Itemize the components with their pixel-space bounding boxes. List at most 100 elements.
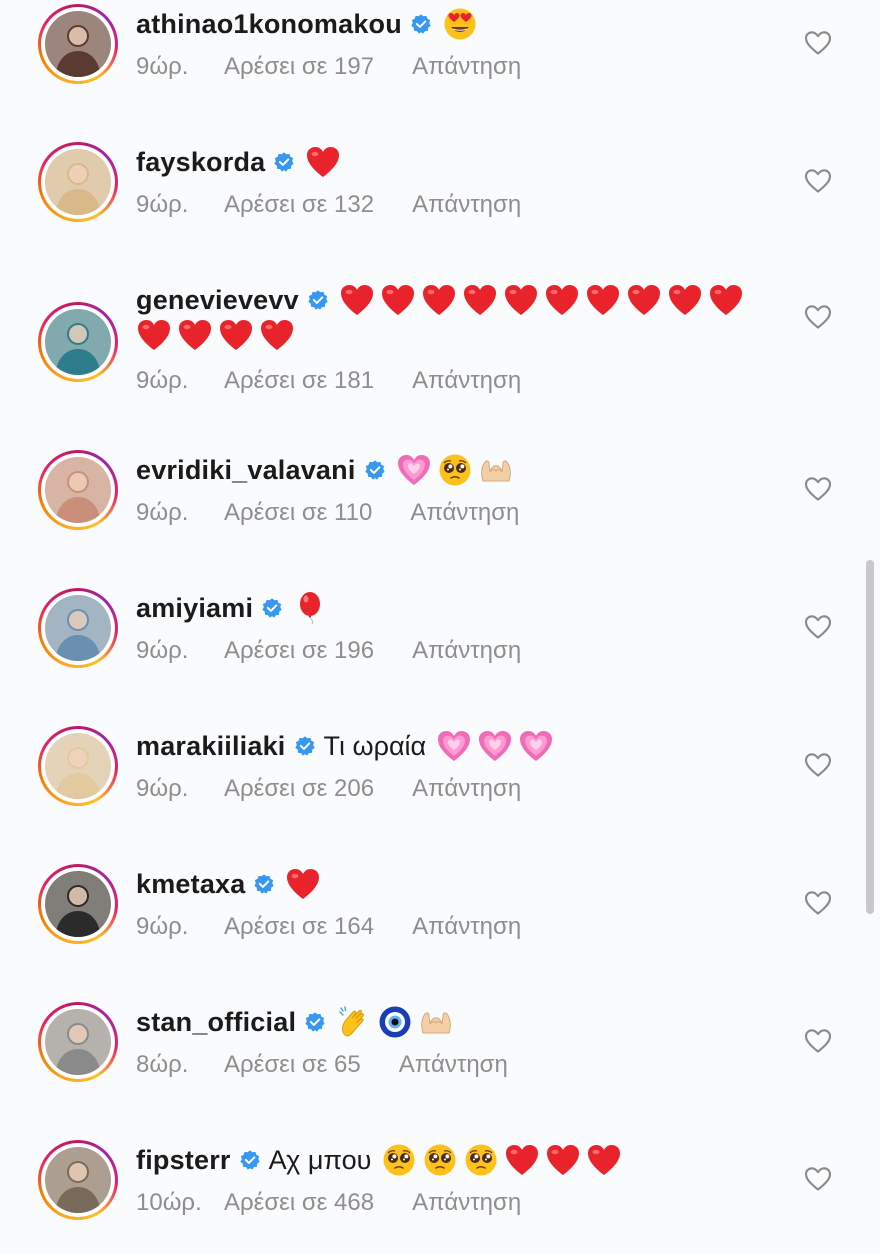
like-heart-icon[interactable] [804,752,832,778]
reply-button[interactable]: Απάντηση [412,772,521,806]
red-heart-emoji-icon [380,283,416,317]
scrollbar[interactable] [866,560,874,914]
username-link[interactable]: fipsterr [136,1145,231,1175]
like-heart-icon[interactable] [804,476,832,502]
comment-body: evridiki_valavani 9ώρ. Αρέσει σε 110 Απάντη… [136,450,790,530]
avatar[interactable] [38,450,118,530]
like-heart-icon[interactable] [804,890,832,916]
avatar[interactable] [38,142,118,222]
like-heart-icon[interactable] [804,1028,832,1054]
likes-count-link[interactable]: Αρέσει σε 468 [224,1186,374,1220]
comment-body: genevievevv 9ώρ. Αρέσει σε 181 Απάντηση [136,280,790,398]
comment-line: amiyiami [136,588,790,628]
username-link[interactable]: athinao1konomakou [136,9,402,39]
nazar-amulet-emoji-icon [377,1005,413,1039]
comment-line: fayskorda [136,142,790,182]
likes-count-link[interactable]: Αρέσει σε 196 [224,634,374,668]
reply-button[interactable]: Απάντηση [399,1048,508,1082]
pleading-face-emoji-icon [422,1143,458,1177]
verified-badge-icon [253,866,275,894]
avatar-image [45,11,111,77]
red-heart-emoji-icon [545,1143,581,1177]
username-link[interactable]: genevievevv [136,285,299,315]
sparkling-heart-emoji-icon [396,453,432,487]
sparkling-heart-emoji-icon [518,729,554,763]
likes-count-link[interactable]: Αρέσει σε 181 [224,364,374,398]
avatar[interactable] [38,302,118,382]
comment-line: athinao1konomakou [136,4,790,44]
likes-count-link[interactable]: Αρέσει σε 65 [224,1048,361,1082]
red-heart-emoji-icon [259,318,295,352]
comment-time: 10ώρ. [136,1189,202,1216]
likes-count-link[interactable]: Αρέσει σε 110 [224,496,372,530]
avatar[interactable] [38,726,118,806]
comment-meta: 9ώρ. Αρέσει σε 197 Απάντηση [136,50,790,84]
avatar-image [45,309,111,375]
like-heart-icon[interactable] [804,304,832,330]
red-heart-emoji-icon [544,283,580,317]
reply-button[interactable]: Απάντηση [412,50,521,84]
pleading-face-emoji-icon [463,1143,499,1177]
likes-count-link[interactable]: Αρέσει σε 206 [224,772,374,806]
red-heart-emoji-icon [421,283,457,317]
comment-time: 9ώρ. [136,499,189,526]
reply-button[interactable]: Απάντηση [412,364,521,398]
username-link[interactable]: amiyiami [136,593,253,623]
pleading-face-emoji-icon [437,453,473,487]
red-heart-emoji-icon [586,1143,622,1177]
likes-count-link[interactable]: Αρέσει σε 132 [224,188,374,222]
username-link[interactable]: fayskorda [136,147,265,177]
comment-body: fipsterr Αχ μπου 10ώρ. Αρέσει σε 468 Απάντησ… [136,1140,790,1220]
avatar[interactable] [38,4,118,84]
red-heart-emoji-icon [285,867,321,901]
comment-line: genevievevv [136,280,790,320]
comments-list: athinao1konomakou 9ώρ. Αρέσει σε 197 Απάντη… [0,0,880,1254]
comment-meta: 9ώρ. Αρέσει σε 206 Απάντηση [136,772,790,806]
red-heart-emoji-icon [177,318,213,352]
red-heart-emoji-icon [626,283,662,317]
like-heart-icon[interactable] [804,168,832,194]
likes-count-link[interactable]: Αρέσει σε 164 [224,910,374,944]
like-heart-icon[interactable] [804,614,832,640]
red-heart-emoji-icon [504,1143,540,1177]
reply-button[interactable]: Απάντηση [410,496,519,530]
username-link[interactable]: kmetaxa [136,869,245,899]
avatar-image [45,871,111,937]
heart-hands-emoji-icon [478,453,514,487]
verified-badge-icon [307,282,329,310]
username-link[interactable]: evridiki_valavani [136,455,356,485]
comment-time: 9ώρ. [136,191,189,218]
comment-time: 9ώρ. [136,53,189,80]
avatar[interactable] [38,1002,118,1082]
like-heart-icon[interactable] [804,1166,832,1192]
verified-badge-icon [364,452,386,480]
pleading-face-emoji-icon [381,1143,417,1177]
reply-button[interactable]: Απάντηση [412,634,521,668]
heart-eyes-emoji-icon [442,7,478,41]
red-heart-emoji-icon [218,318,254,352]
comment-body: athinao1konomakou 9ώρ. Αρέσει σε 197 Απάντη… [136,4,790,84]
balloon-emoji-icon [293,591,329,625]
verified-badge-icon [410,6,432,34]
likes-count-link[interactable]: Αρέσει σε 197 [224,50,374,84]
sparkling-heart-emoji-icon [436,729,472,763]
red-heart-emoji-icon [136,318,172,352]
red-heart-emoji-icon [585,283,621,317]
clapping-hands-emoji-icon [336,1005,372,1039]
avatar-image [45,1147,111,1213]
comment-line: marakiiliaki Τι ωραία [136,726,790,766]
reply-button[interactable]: Απάντηση [412,1186,521,1220]
like-heart-icon[interactable] [804,30,832,56]
avatar[interactable] [38,864,118,944]
verified-badge-icon [239,1142,261,1170]
reply-button[interactable]: Απάντηση [412,188,521,222]
comment-meta: 8ώρ. Αρέσει σε 65 Απάντηση [136,1048,790,1082]
verified-badge-icon [273,144,295,172]
reply-button[interactable]: Απάντηση [412,910,521,944]
avatar[interactable] [38,588,118,668]
username-link[interactable]: marakiiliaki [136,731,286,761]
username-link[interactable]: stan_official [136,1007,296,1037]
avatar[interactable] [38,1140,118,1220]
heart-hands-emoji-icon [418,1005,454,1039]
comment-body: amiyiami 9ώρ. Αρέσει σε 196 Απάντηση [136,588,790,668]
